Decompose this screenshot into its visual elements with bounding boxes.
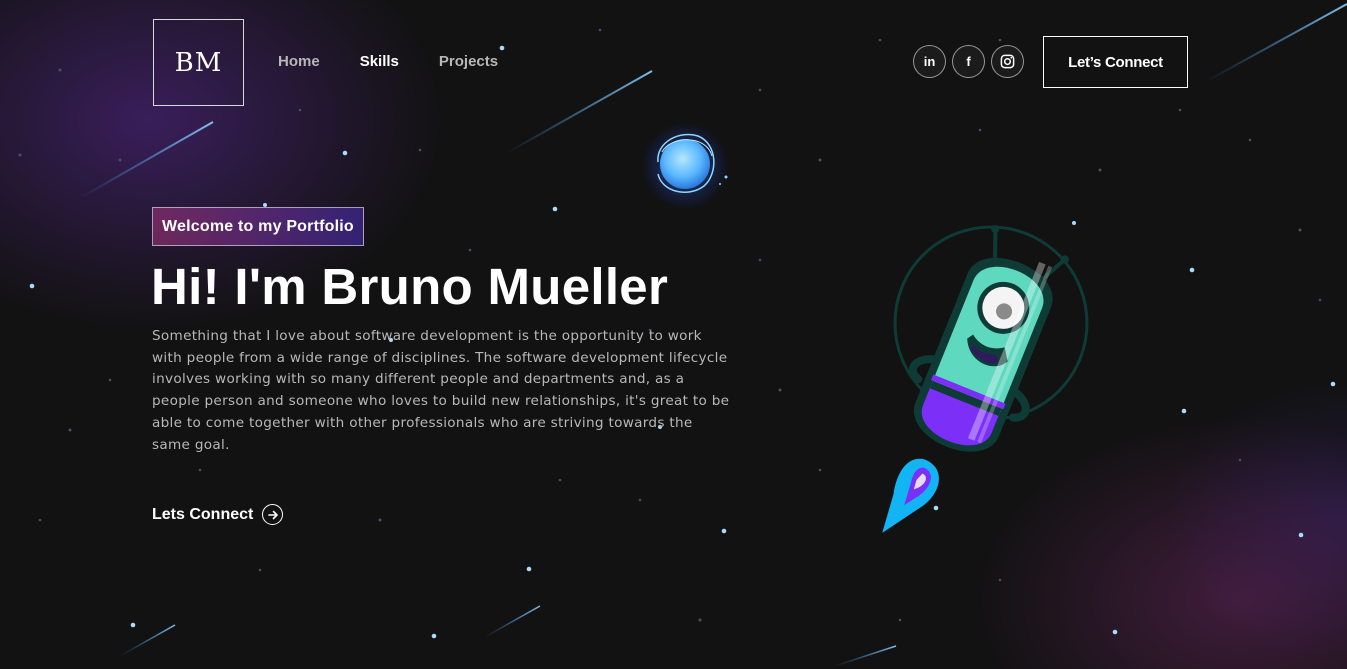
- facebook-icon[interactable]: f: [952, 45, 985, 78]
- welcome-tagline: Welcome to my Portfolio: [152, 207, 364, 246]
- blue-planet-illustration: [641, 122, 729, 210]
- main-nav: Home Skills Projects: [278, 52, 498, 72]
- lets-connect-link[interactable]: Lets Connect: [152, 504, 284, 525]
- hero-title: Hi! I'm Bruno Mueller: [151, 258, 669, 315]
- arrow-right-circle-icon: [262, 504, 284, 525]
- nav-skills[interactable]: Skills: [360, 52, 399, 72]
- social-links: in f: [913, 45, 1024, 78]
- nav-projects[interactable]: Projects: [439, 52, 498, 72]
- linkedin-icon[interactable]: in: [913, 45, 946, 78]
- alien-rocket-illustration: [882, 225, 1089, 533]
- lets-connect-button[interactable]: Let’s Connect: [1043, 36, 1188, 88]
- instagram-icon[interactable]: [991, 45, 1024, 78]
- logo[interactable]: BM: [153, 19, 244, 106]
- hero-description: Something that I love about software dev…: [152, 328, 730, 453]
- lets-connect-label: Lets Connect: [152, 505, 254, 523]
- instagram-glyph: [1000, 54, 1015, 69]
- nav-home[interactable]: Home: [278, 52, 320, 72]
